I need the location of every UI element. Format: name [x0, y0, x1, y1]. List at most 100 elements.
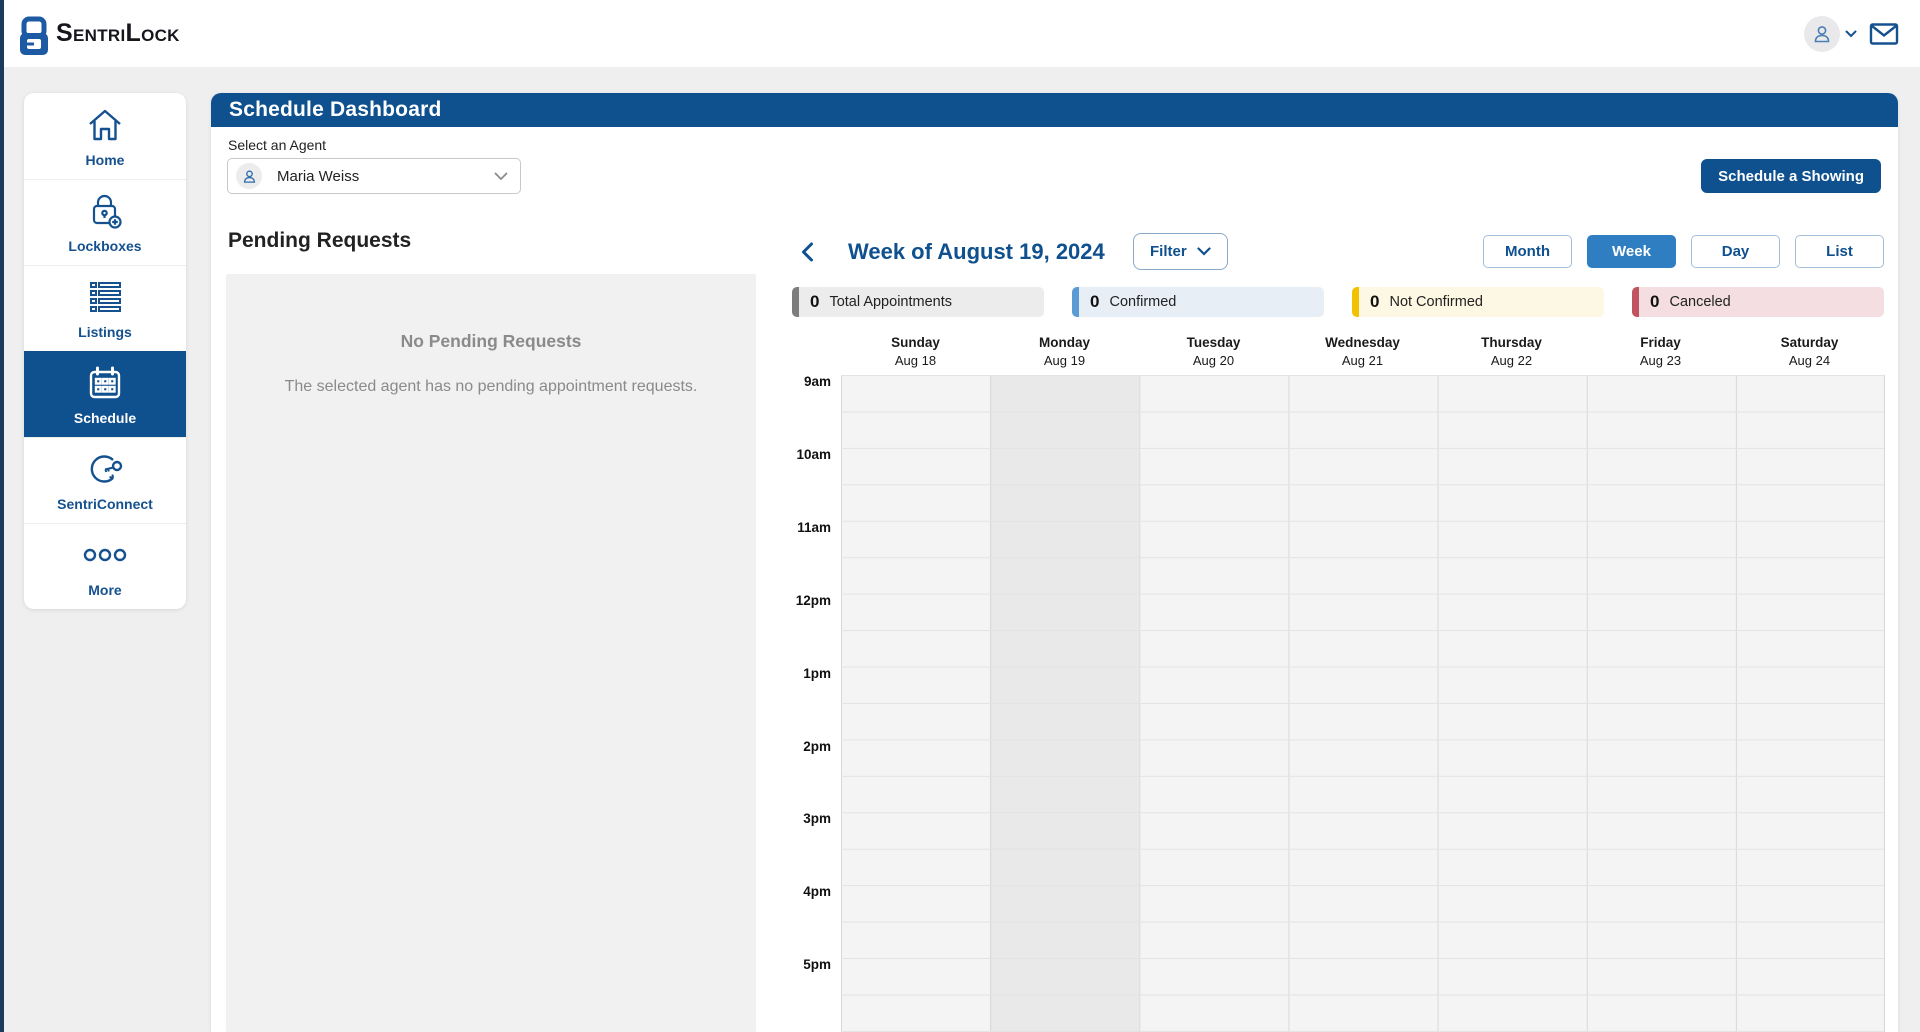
day-name: Friday	[1640, 335, 1681, 350]
top-bar: SentriLock	[0, 0, 1920, 67]
day-name: Wednesday	[1325, 335, 1400, 350]
time-label-12pm: 12pm	[795, 592, 831, 608]
day-date: Aug 21	[1341, 353, 1384, 368]
main-content-card: Schedule Dashboard Select an Agent Maria…	[211, 93, 1898, 1032]
time-label-1pm: 1pm	[803, 665, 831, 681]
time-label-11am: 11am	[797, 519, 831, 535]
stat-count: 0	[1090, 292, 1100, 311]
listings-icon	[86, 277, 124, 317]
day-name: Saturday	[1780, 335, 1839, 350]
stat-total-appointments: 0 Total Appointments	[792, 287, 1044, 317]
day-header-friday: Friday Aug 23	[1586, 333, 1735, 373]
view-button-week[interactable]: Week	[1587, 235, 1676, 268]
page-header-bar: Schedule Dashboard	[211, 93, 1898, 127]
sidebar-item-label: Home	[85, 151, 125, 168]
day-header-thursday: Thursday Aug 22	[1437, 333, 1586, 373]
sidebar-item-label: SentriConnect	[57, 496, 153, 512]
time-gutter: 9am 10am 11am 12pm 1pm 2pm 3pm 4pm 5pm	[779, 374, 833, 1032]
time-label-5pm: 5pm	[803, 957, 831, 973]
day-name: Thursday	[1481, 335, 1542, 350]
stat-canceled: 0 Canceled	[1632, 287, 1884, 317]
time-label-10am: 10am	[796, 446, 831, 462]
day-date: Aug 20	[1192, 353, 1235, 368]
stat-color-bar	[1352, 287, 1359, 317]
pending-empty-message: The selected agent has no pending appoin…	[284, 378, 698, 395]
grid-lines	[841, 375, 1884, 1032]
schedule-showing-button[interactable]: Schedule a Showing	[1701, 159, 1881, 193]
page-title: Schedule Dashboard	[229, 98, 442, 121]
pending-empty-title: No Pending Requests	[400, 331, 582, 351]
sidebar-item-label: Lockboxes	[68, 238, 142, 254]
stat-label: Not Confirmed	[1389, 294, 1483, 310]
filter-button[interactable]: Filter	[1133, 233, 1228, 270]
brand-text: SentriLock	[56, 13, 180, 57]
time-label-4pm: 4pm	[803, 884, 831, 900]
view-button-month[interactable]: Month	[1483, 235, 1572, 268]
week-title: Week of August 19, 2024	[848, 239, 1105, 264]
agent-select[interactable]: Maria Weiss	[227, 158, 521, 194]
sidebar-item-label: Listings	[78, 324, 132, 340]
day-header-wednesday: Wednesday Aug 21	[1288, 333, 1437, 373]
calendar-header: Week of August 19, 2024 Filter Month Week…	[779, 233, 1884, 271]
day-date: Aug 18	[894, 353, 937, 368]
stat-color-bar	[1072, 287, 1079, 317]
user-avatar-icon[interactable]	[1804, 15, 1840, 52]
stat-confirmed: 0 Confirmed	[1072, 287, 1324, 317]
sidebar-item-more[interactable]: More	[24, 523, 186, 609]
stat-label: Total Appointments	[829, 294, 952, 310]
sidebar-item-label: Schedule	[73, 410, 137, 426]
day-name: Monday	[1038, 335, 1090, 350]
stat-count: 0	[810, 292, 820, 311]
time-label-2pm: 2pm	[803, 738, 831, 754]
chevron-down-icon	[1197, 247, 1211, 256]
day-date: Aug 19	[1043, 353, 1086, 368]
sidebar-item-listings[interactable]: Listings	[24, 265, 186, 351]
appointment-stats: 0 Total Appointments 0 Confirmed 0 Not Confir…	[792, 287, 1884, 317]
brand-part-lock: Lock	[125, 19, 180, 47]
stat-count: 0	[1650, 292, 1660, 311]
sentrilock-logo: SentriLock	[16, 13, 180, 57]
sidebar-item-home[interactable]: Home	[24, 93, 186, 179]
day-header-sunday: Sunday Aug 18	[841, 333, 990, 373]
sentriconnect-icon	[84, 449, 126, 489]
user-menu[interactable]	[1804, 15, 1857, 52]
chevron-down-icon[interactable]	[1845, 30, 1857, 38]
stat-color-bar	[792, 287, 799, 317]
day-header-tuesday: Tuesday Aug 20	[1139, 333, 1288, 373]
view-switcher: Month Week Day List	[1483, 235, 1884, 268]
sidebar-menu: Home Lockboxes Listings Schedule SentriConne…	[24, 93, 186, 609]
previous-week-button[interactable]	[793, 238, 822, 266]
sidebar-item-sentriconnect[interactable]: SentriConnect	[24, 437, 186, 523]
day-header-saturday: Saturday Aug 24	[1735, 333, 1884, 373]
home-icon	[86, 105, 124, 145]
day-date: Aug 24	[1788, 353, 1831, 368]
sidebar-item-label: More	[88, 582, 122, 598]
time-label-9am: 9am	[803, 374, 831, 389]
agent-select-label: Select an Agent	[228, 137, 327, 153]
sidebar-item-lockboxes[interactable]: Lockboxes	[24, 179, 186, 265]
stat-color-bar	[1632, 287, 1639, 317]
agent-avatar-icon	[236, 163, 262, 189]
calendar-grid[interactable]	[841, 375, 1885, 1032]
time-label-3pm: 3pm	[803, 811, 831, 827]
filter-button-label: Filter	[1150, 243, 1187, 260]
day-header-monday: Monday Aug 19	[990, 333, 1139, 373]
day-date: Aug 23	[1639, 353, 1682, 368]
pending-requests-panel: No Pending Requests The selected agent h…	[226, 274, 756, 1032]
agent-select-value: Maria Weiss	[277, 167, 360, 185]
sidebar-item-schedule[interactable]: Schedule	[24, 351, 186, 437]
stat-not-confirmed: 0 Not Confirmed	[1352, 287, 1604, 317]
mail-icon[interactable]	[1869, 22, 1899, 46]
more-icon	[82, 535, 128, 575]
window-edge-strip	[0, 0, 4, 1032]
day-name: Sunday	[891, 335, 940, 350]
day-date: Aug 22	[1490, 353, 1533, 368]
pending-requests-title: Pending Requests	[228, 229, 412, 252]
schedule-icon	[86, 363, 124, 403]
sentrilock-lock-icon	[16, 16, 52, 57]
brand-part-sentri: Sentri	[56, 19, 126, 47]
calendar-section: Week of August 19, 2024 Filter Month Week…	[779, 233, 1885, 1032]
view-button-day[interactable]: Day	[1691, 235, 1780, 268]
view-button-list[interactable]: List	[1795, 235, 1884, 268]
stat-label: Confirmed	[1109, 294, 1177, 310]
